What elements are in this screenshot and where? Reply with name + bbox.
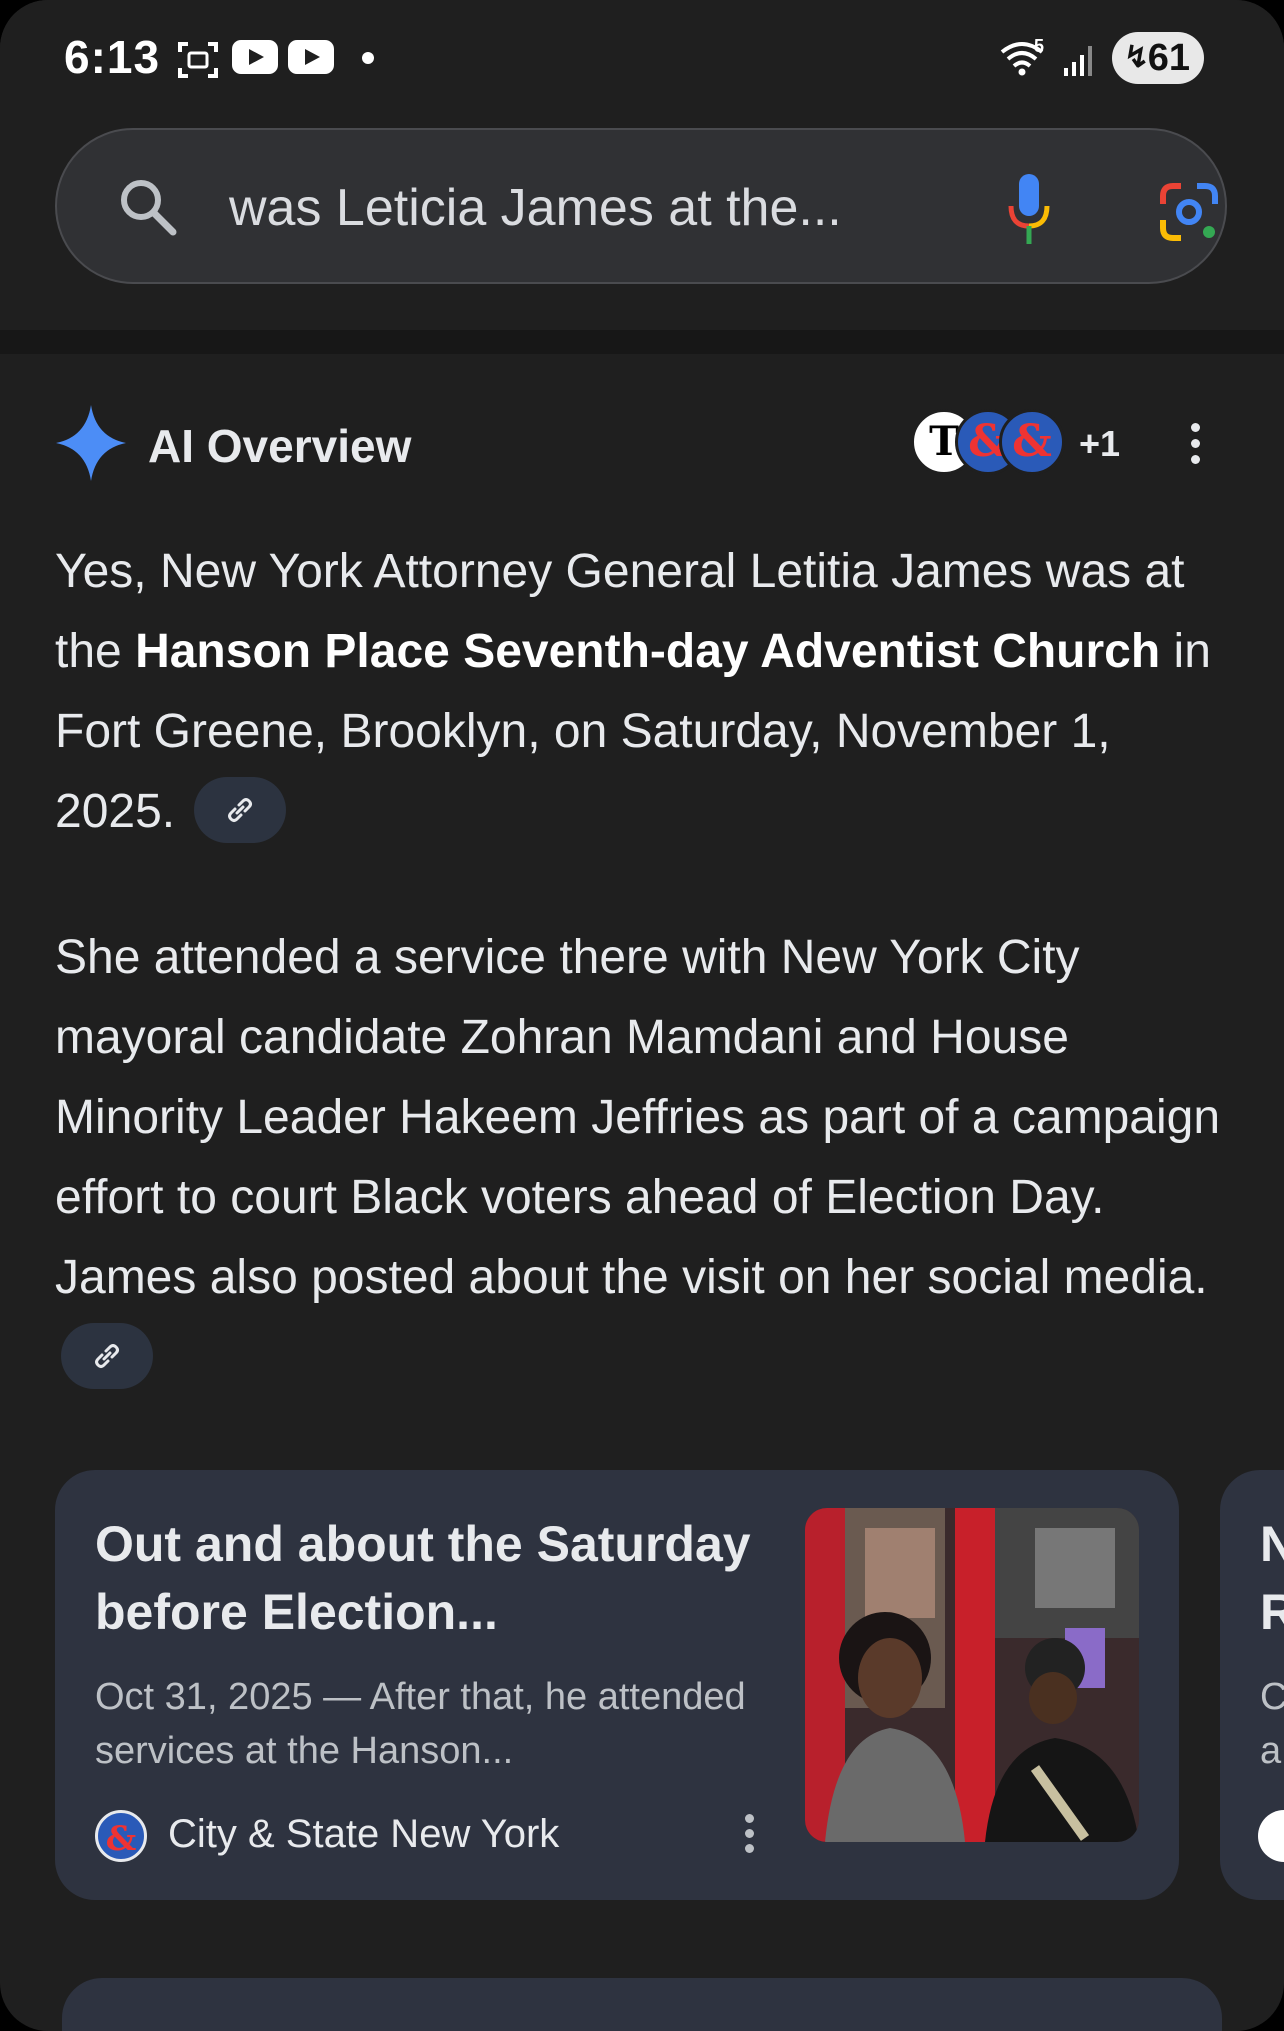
next-section-card[interactable] xyxy=(62,1978,1222,2031)
youtube-icon xyxy=(232,40,278,74)
source-card-snippet: C a xyxy=(1260,1676,1284,1772)
battery-icon: ↯ 61 xyxy=(1112,32,1204,84)
status-time: 6:13 xyxy=(64,31,161,83)
screen-record-icon xyxy=(178,42,218,78)
highlighted-text: Hanson Place Seventh-day Adventist Churc… xyxy=(135,625,1161,678)
wifi-icon xyxy=(1000,42,1044,76)
source-site-name: City & State New York xyxy=(168,1812,560,1856)
link-icon xyxy=(95,1344,119,1369)
source-card-snippet: Oct 31, 2025 — After that, he attended s… xyxy=(95,1676,746,1772)
source-card-title[interactable]: N R xyxy=(1260,1510,1284,1646)
signal-icon xyxy=(1064,46,1092,76)
paragraph-text: She attended a service there with New Yo… xyxy=(55,931,1221,1304)
city-state-logo-icon: & xyxy=(95,1810,147,1862)
battery-level: 61 xyxy=(1147,37,1190,79)
source-card[interactable]: Out and about the Saturday before Electi… xyxy=(55,1470,1179,1900)
city-state-logo-icon[interactable]: & xyxy=(999,409,1065,475)
overview-paragraph-1: Yes, New York Attorney General Letitia J… xyxy=(55,532,1235,852)
search-header: was Leticia James at the... xyxy=(0,120,1284,330)
card-more-options-icon[interactable] xyxy=(743,1814,755,1859)
source-favicons[interactable]: T & & +1 xyxy=(911,409,1171,479)
search-input[interactable]: was Leticia James at the... xyxy=(55,128,1227,284)
ai-overview-title: AI Overview xyxy=(148,420,412,472)
citation-link-button[interactable] xyxy=(61,1323,153,1390)
status-bar: 6:13 5 ↯ 61 xyxy=(0,0,1284,120)
wifi-label: 5 xyxy=(1034,36,1045,56)
source-card-thumbnail[interactable] xyxy=(805,1508,1139,1842)
phone-screen: 6:13 5 ↯ 61 was Leticia James at the... … xyxy=(0,0,1284,2031)
search-query[interactable]: was Leticia James at the... xyxy=(229,178,842,238)
sparkle-icon xyxy=(56,405,126,481)
ai-overview-header: AI Overview T & & +1 xyxy=(56,405,1236,485)
youtube-icon xyxy=(288,40,334,74)
more-sources-count[interactable]: +1 xyxy=(1079,423,1120,465)
notification-dot-icon xyxy=(362,52,374,64)
section-divider xyxy=(0,330,1284,354)
overview-paragraph-2: She attended a service there with New Yo… xyxy=(55,918,1235,1398)
source-card[interactable]: N R C a xyxy=(1220,1470,1284,1900)
more-options-icon[interactable] xyxy=(1188,423,1202,469)
battery-saver-icon: ↯ xyxy=(1124,41,1150,74)
citation-link-button[interactable] xyxy=(194,777,287,844)
link-icon xyxy=(228,798,253,823)
source-logo-icon xyxy=(1258,1810,1284,1862)
search-icon[interactable] xyxy=(117,176,179,238)
mic-icon[interactable] xyxy=(1007,172,1051,248)
google-lens-icon[interactable] xyxy=(1157,180,1221,244)
source-card-title[interactable]: Out and about the Saturday before Electi… xyxy=(95,1510,775,1646)
